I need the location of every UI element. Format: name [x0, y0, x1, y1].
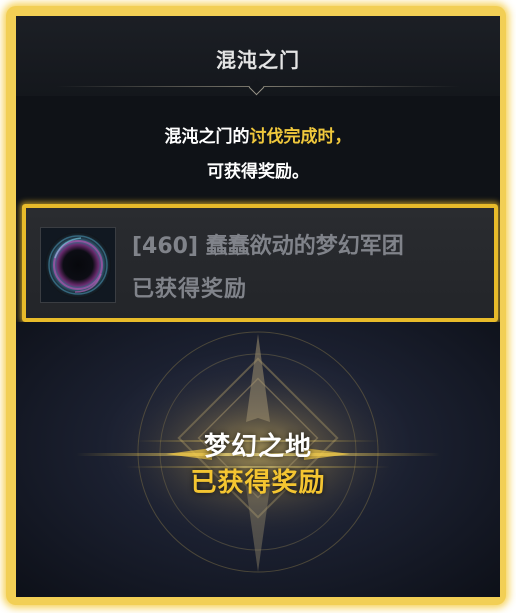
emblem-title: 梦幻之地 — [203, 432, 312, 462]
reward-status: 已获得奖励 — [132, 277, 248, 302]
description-line-1: 混沌之门的讨伐完成时， — [16, 122, 500, 147]
emblem-status: 已获得奖励 — [190, 468, 326, 498]
dark-vortex-icon — [40, 227, 116, 303]
header-notch-icon — [248, 79, 265, 96]
emblem-area: 梦幻之地 已获得奖励 — [16, 322, 500, 597]
description-highlight: 讨伐完成时， — [249, 127, 352, 147]
panel-title: 混沌之门 — [216, 48, 300, 72]
panel-header: 混沌之门 — [16, 16, 500, 96]
reward-item[interactable]: [460] 蠢蠢欲动的梦幻军团 已获得奖励 — [22, 204, 498, 322]
description-prefix: 混沌之门的 — [164, 127, 250, 147]
chaos-gate-panel: 混沌之门 混沌之门的讨伐完成时， 可获得奖励。 [460] 蠢蠢欲动的梦幻军团 … — [16, 16, 500, 597]
reward-title: [460] 蠢蠢欲动的梦幻军团 — [132, 234, 404, 259]
description-line-2: 可获得奖励。 — [207, 162, 309, 182]
